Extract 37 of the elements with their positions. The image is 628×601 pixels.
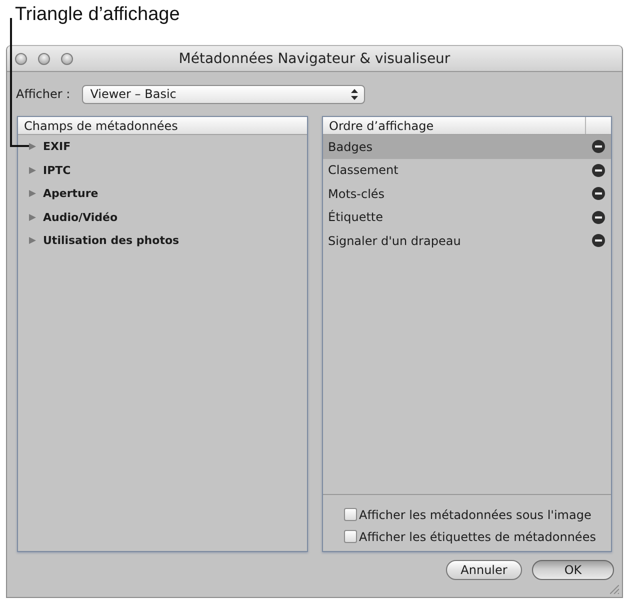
default-button[interactable]: OK (532, 560, 614, 580)
disclosure-triangle-icon[interactable] (29, 189, 36, 198)
updown-arrows-icon (351, 88, 358, 100)
zoom-icon[interactable] (61, 52, 73, 64)
callout-label: Triangle d’affichage (15, 4, 180, 26)
resize-grip-icon[interactable] (610, 585, 619, 594)
disclosure-triangle-icon[interactable] (29, 236, 36, 246)
disclosure-triangle-icon[interactable] (29, 166, 36, 175)
disclosure-triangle-icon[interactable] (29, 212, 36, 222)
disclosure-triangle-icon[interactable] (29, 142, 36, 152)
tree-item[interactable]: Audio/Vidéo (18, 206, 307, 229)
popup-menu[interactable]: Viewer – Basic (82, 84, 366, 104)
remove-icon[interactable] (592, 187, 605, 200)
tree-item[interactable]: Aperture (18, 182, 307, 206)
remove-icon[interactable] (592, 164, 605, 177)
tree-item[interactable]: EXIF (18, 135, 307, 158)
remove-icon[interactable] (592, 234, 605, 248)
column-header: Ordre d’affichage (328, 118, 435, 134)
list-item[interactable]: Signaler d'un drapeau (323, 229, 611, 252)
remove-icon[interactable] (592, 140, 605, 154)
checkbox[interactable] (344, 508, 357, 521)
column-header: Champs de métadonnées (23, 118, 179, 134)
tree-item[interactable]: Utilisation des photos (18, 229, 307, 252)
tree-item[interactable]: IPTC (18, 158, 307, 182)
view-label: Afficher : (16, 87, 70, 101)
checkbox-label[interactable]: Afficher les métadonnées sous l'image (359, 508, 592, 522)
list-item[interactable]: Classement (323, 158, 611, 182)
minimize-icon[interactable] (38, 52, 50, 64)
list-item[interactable]: Étiquette (323, 206, 611, 229)
close-icon[interactable] (15, 52, 27, 64)
cancel-button[interactable]: Annuler (446, 560, 522, 580)
remove-icon[interactable] (592, 210, 605, 224)
window-title: Métadonnées Navigateur & visualiseur (178, 50, 450, 66)
checkbox[interactable] (344, 530, 357, 543)
list-item[interactable]: Mots-clés (323, 182, 611, 206)
list-item[interactable]: Badges (323, 135, 611, 158)
checkbox-label[interactable]: Afficher les étiquettes de métadonnées (359, 530, 596, 544)
